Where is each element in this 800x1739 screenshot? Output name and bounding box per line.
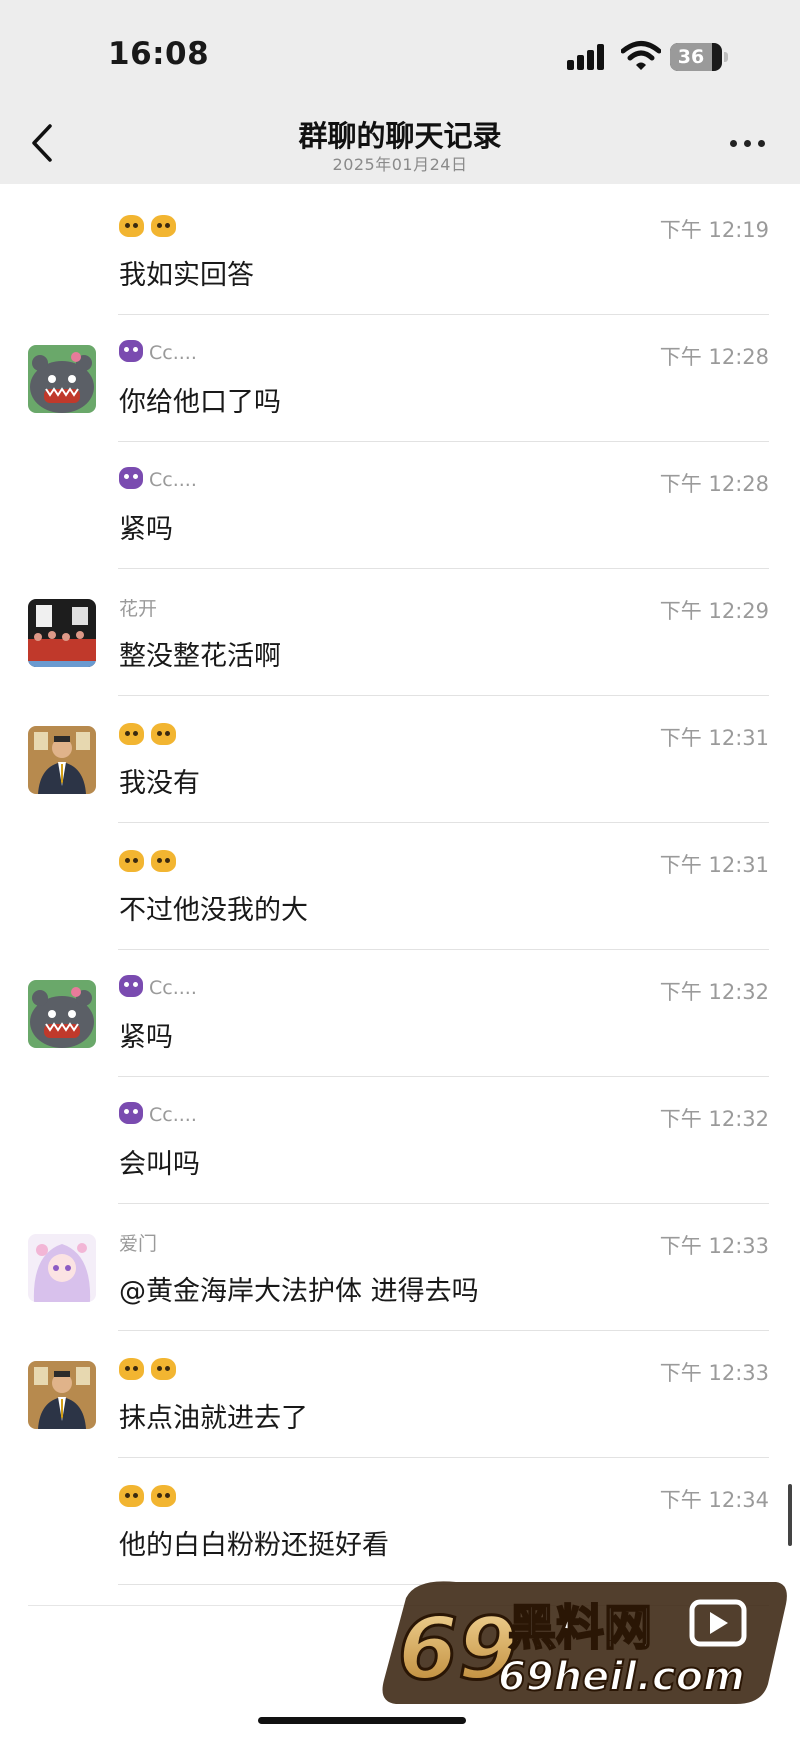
message-time: 下午 12:32 (659, 1107, 769, 1131)
message-row[interactable]: 下午 12:31 不过他没我的大 (0, 823, 800, 950)
message-text: 我没有 (119, 768, 200, 799)
sender-name (119, 722, 182, 746)
purple-monster-emoji-icon (119, 466, 143, 489)
message-row[interactable]: 下午 12:19 我如实回答 (0, 188, 800, 315)
avatar-gray-monster[interactable] (28, 980, 96, 1048)
cellular-signal-icon (567, 44, 609, 70)
message-time: 下午 12:31 (659, 853, 769, 877)
sender-label: Cc.... (149, 469, 197, 491)
message-time: 下午 12:29 (659, 599, 769, 623)
message-time: 下午 12:28 (659, 472, 769, 496)
purple-monster-emoji-icon (119, 974, 143, 997)
sender-name (119, 1484, 182, 1508)
tiger-emoji-icon (151, 1485, 176, 1507)
sender-name: 花开 (119, 595, 158, 620)
avatar-man-in-suit[interactable] (28, 1361, 96, 1429)
watermark-logo: 69 黑料网 69heil.com (382, 1581, 787, 1704)
more-options-button[interactable] (726, 128, 770, 158)
message-text: 我如实回答 (119, 260, 254, 291)
avatar-gray-monster[interactable] (28, 345, 96, 413)
battery-icon: 36 (670, 43, 728, 71)
tiger-emoji-icon (151, 1358, 176, 1380)
sender-label: 爱门 (119, 1232, 158, 1255)
message-row[interactable]: 爱门 下午 12:33 @黄金海岸大法护体 进得去吗 (0, 1204, 800, 1331)
battery-level: 36 (670, 43, 712, 71)
message-row[interactable]: 下午 12:33 抹点油就进去了 (0, 1331, 800, 1458)
tiger-emoji-icon (119, 215, 144, 237)
message-time: 下午 12:34 (659, 1488, 769, 1512)
sender-name: Cc.... (119, 339, 197, 365)
message-time: 下午 12:33 (659, 1234, 769, 1258)
tiger-emoji-icon (151, 850, 176, 872)
message-text: 会叫吗 (119, 1149, 200, 1180)
message-time: 下午 12:28 (659, 345, 769, 369)
sender-name: Cc.... (119, 974, 197, 1000)
purple-monster-emoji-icon (119, 1101, 143, 1124)
message-text: 紧吗 (119, 1022, 173, 1053)
sender-label: Cc.... (149, 977, 197, 999)
sender-name: Cc.... (119, 466, 197, 492)
message-row[interactable]: Cc.... 下午 12:32 会叫吗 (0, 1077, 800, 1204)
message-row[interactable]: 花开 下午 12:29 整没整花活啊 (0, 569, 800, 696)
sender-name (119, 214, 182, 238)
message-row[interactable]: 下午 12:31 我没有 (0, 696, 800, 823)
chat-history-list[interactable]: 下午 12:19 我如实回答 Cc.... 下午 12:28 你给他口了吗 Cc… (0, 188, 800, 1585)
top-navigation-bar: 16:08 36 群聊的聊天记录 2025年01月24日 (0, 0, 800, 184)
tiger-emoji-icon (119, 850, 144, 872)
message-text: @黄金海岸大法护体 进得去吗 (119, 1276, 479, 1307)
message-row[interactable]: Cc.... 下午 12:32 紧吗 (0, 950, 800, 1077)
message-text: 他的白白粉粉还挺好看 (119, 1530, 389, 1561)
page-subtitle-date: 2025年01月24日 (332, 155, 468, 174)
svg-text:黑料网: 黑料网 (508, 1600, 652, 1656)
message-text: 你给他口了吗 (119, 387, 281, 418)
avatar-man-in-suit[interactable] (28, 726, 96, 794)
wifi-icon (621, 41, 661, 70)
tiger-emoji-icon (119, 723, 144, 745)
message-time: 下午 12:31 (659, 726, 769, 750)
message-time: 下午 12:32 (659, 980, 769, 1004)
sender-name (119, 1357, 182, 1381)
message-text: 不过他没我的大 (119, 895, 308, 926)
svg-text:69heil.com: 69heil.com (498, 1654, 745, 1700)
sender-label: Cc.... (149, 342, 197, 364)
message-text: 整没整花活啊 (119, 641, 281, 672)
sender-label: 花开 (119, 597, 158, 620)
purple-monster-emoji-icon (119, 339, 143, 362)
avatar-crowd-photo[interactable] (28, 599, 96, 667)
scrollbar[interactable] (788, 1484, 792, 1546)
tiger-emoji-icon (151, 215, 176, 237)
sender-label: Cc.... (149, 1104, 197, 1126)
tiger-emoji-icon (119, 1485, 144, 1507)
message-row[interactable]: Cc.... 下午 12:28 紧吗 (0, 442, 800, 569)
message-row[interactable]: 下午 12:34 他的白白粉粉还挺好看 (0, 1458, 800, 1585)
sender-name: Cc.... (119, 1101, 197, 1127)
tiger-emoji-icon (119, 1358, 144, 1380)
home-indicator[interactable] (258, 1717, 466, 1724)
message-text: 抹点油就进去了 (119, 1403, 308, 1434)
message-time: 下午 12:33 (659, 1361, 769, 1385)
page-title: 群聊的聊天记录 (298, 119, 502, 153)
tiger-emoji-icon (151, 723, 176, 745)
message-text: 紧吗 (119, 514, 173, 545)
sender-name (119, 849, 182, 873)
sender-name: 爱门 (119, 1230, 158, 1255)
message-time: 下午 12:19 (659, 218, 769, 242)
avatar-anime-girl[interactable] (28, 1234, 96, 1302)
message-row[interactable]: Cc.... 下午 12:28 你给他口了吗 (0, 315, 800, 442)
status-time: 16:08 (108, 36, 210, 72)
